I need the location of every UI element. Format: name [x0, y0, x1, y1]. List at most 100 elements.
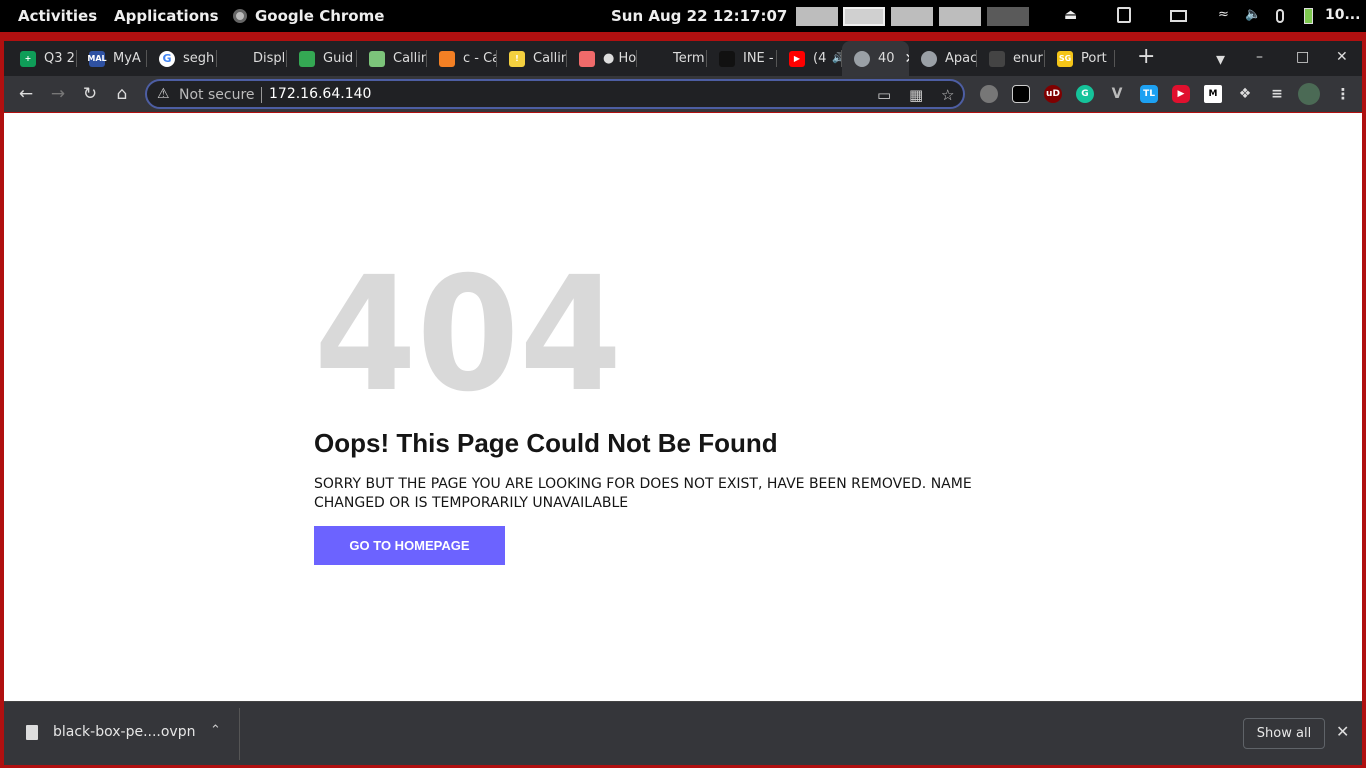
forward-icon[interactable]: →	[45, 81, 71, 107]
tab-favicon-icon	[369, 50, 385, 67]
browser-tab[interactable]: Term	[637, 41, 707, 76]
new-tab-icon[interactable]: +	[1137, 44, 1155, 69]
browser-tab[interactable]: MAL MyA	[77, 41, 147, 76]
workspace-4[interactable]	[939, 7, 981, 26]
browser-tab[interactable]: Apac	[909, 41, 977, 76]
download-item[interactable]: black-box-pe....ovpn ⌃	[4, 708, 240, 760]
tab-title[interactable]: Apac	[945, 51, 977, 66]
workspace-3[interactable]	[891, 7, 933, 26]
tab-title[interactable]: Displ	[253, 51, 285, 66]
tab-title[interactable]: enur	[1013, 51, 1043, 66]
error-message: SORRY BUT THE PAGE YOU ARE LOOKING FOR D…	[314, 476, 972, 511]
workspace-5[interactable]	[987, 7, 1029, 26]
battery-percent[interactable]: 10...	[1325, 7, 1360, 23]
browser-tab[interactable]: ▶ (4 🔊	[777, 41, 842, 76]
tab-title[interactable]: 40	[878, 51, 895, 66]
clock[interactable]: Sun Aug 22 12:17:07	[611, 7, 787, 25]
browser-tab[interactable]: ● Ho	[567, 41, 637, 76]
browser-toolbar: ← → ↻ ⌂ ⚠ Not secure 172.16.64.140 ▭ ▦ ☆…	[4, 76, 1362, 112]
workspace-2[interactable]	[843, 7, 885, 26]
tab-title[interactable]: MyA	[113, 51, 141, 66]
browser-tab[interactable]: 40✕	[842, 41, 909, 76]
browser-tab[interactable]: ! Callin	[497, 41, 567, 76]
page-title: Oops! This Page Could Not Be Found	[314, 428, 778, 458]
extension-shield-icon[interactable]	[980, 85, 998, 103]
browser-tab[interactable]: Guid	[287, 41, 357, 76]
downloads-shelf: black-box-pe....ovpn ⌃ Show all ✕	[4, 701, 1362, 765]
chevron-up-icon[interactable]: ⌃	[210, 723, 221, 738]
tab-title[interactable]: Callin	[533, 51, 567, 66]
activities-button[interactable]: Activities	[18, 7, 97, 25]
qr-code-icon[interactable]: ▦	[909, 86, 923, 104]
video-extension-icon[interactable]: ▶	[1172, 85, 1190, 103]
browser-tab[interactable]: Displ	[217, 41, 287, 76]
wifi-icon[interactable]: ≈	[1218, 7, 1229, 25]
back-icon[interactable]: ←	[13, 81, 39, 107]
tab-title[interactable]: Port	[1081, 51, 1107, 66]
browser-tab[interactable]: + Q3 2	[8, 41, 77, 76]
app-menu[interactable]: Google Chrome	[255, 7, 384, 25]
tab-favicon-icon	[719, 50, 735, 67]
eject-icon[interactable]: ⏏	[1064, 7, 1077, 25]
vimium-icon[interactable]: V	[1108, 85, 1126, 103]
bookmark-star-icon[interactable]: ☆	[941, 86, 954, 104]
ublock-icon[interactable]: uD	[1044, 85, 1062, 103]
url-text[interactable]: 172.16.64.140	[269, 86, 371, 102]
media-control-icon[interactable]: ≡	[1268, 85, 1286, 103]
error-code-graphic: 404	[314, 243, 622, 427]
grammarly-icon[interactable]: G	[1076, 85, 1094, 103]
download-file-name[interactable]: black-box-pe....ovpn	[53, 724, 195, 740]
tab-title[interactable]: Term	[673, 51, 705, 66]
workspace-1[interactable]	[796, 7, 838, 26]
tab-title[interactable]: Q3 2	[44, 51, 75, 66]
browser-tab[interactable]: INE -	[707, 41, 777, 76]
close-window-icon[interactable]: ✕	[1336, 49, 1348, 65]
extension-mask-icon[interactable]	[1012, 85, 1030, 103]
browser-tab[interactable]: SG Port	[1045, 41, 1115, 76]
tab-title[interactable]: Guid	[323, 51, 353, 66]
clipboard-icon[interactable]	[1117, 7, 1131, 23]
minimize-icon[interactable]: –	[1256, 49, 1263, 65]
chrome-menu-icon[interactable]: ⋮	[1334, 85, 1352, 103]
tab-search-icon[interactable]: ▾	[1216, 49, 1225, 70]
tab-favicon-icon: G	[159, 50, 175, 67]
close-icon[interactable]: ✕	[1336, 722, 1349, 741]
browser-tab[interactable]: c - Ca	[427, 41, 497, 76]
tab-title[interactable]: INE -	[743, 51, 774, 66]
not-secure-label[interactable]: Not secure	[179, 87, 255, 103]
volume-icon[interactable]: 🔈	[1245, 7, 1261, 25]
extensions-puzzle-icon[interactable]: ❖	[1236, 85, 1254, 103]
error-code-404: 404	[314, 243, 634, 427]
reload-icon[interactable]: ↻	[77, 81, 103, 107]
tab-title[interactable]: ● Ho	[603, 51, 636, 66]
tab-favicon-icon: !	[509, 50, 525, 67]
applications-menu[interactable]: Applications	[114, 7, 219, 25]
tab-strip: + Q3 2 MAL MyA Gsegh Displ Guid Callin c - Ca! Ca…	[4, 41, 1362, 76]
browser-tab[interactable]: Callin	[357, 41, 427, 76]
web-page: 404 Oops! This Page Could Not Be Found S…	[4, 113, 1362, 701]
maximize-icon[interactable]: □	[1296, 49, 1309, 65]
tab-separator	[1114, 50, 1115, 67]
window-layout-icon[interactable]	[1170, 10, 1187, 22]
home-icon[interactable]: ⌂	[109, 81, 135, 107]
address-bar[interactable]: ⚠ Not secure 172.16.64.140 ▭ ▦ ☆	[145, 79, 965, 109]
medium-icon[interactable]: M	[1204, 85, 1222, 103]
browser-tab[interactable]: Gsegh	[147, 41, 217, 76]
profile-avatar[interactable]	[1298, 83, 1320, 105]
browser-tab[interactable]: enur	[977, 41, 1045, 76]
tab-title[interactable]: segh	[183, 51, 214, 66]
show-all-button[interactable]: Show all	[1243, 718, 1325, 749]
tab-favicon-icon	[649, 50, 665, 67]
go-to-homepage-button[interactable]: GO TO HOMEPAGE	[314, 526, 505, 565]
tab-title[interactable]: (4	[813, 51, 826, 66]
warning-icon[interactable]: ⚠	[157, 86, 170, 102]
tab-title[interactable]: Callin	[393, 51, 427, 66]
cast-icon[interactable]: ▭	[877, 86, 891, 104]
tab-favicon-icon	[579, 50, 595, 67]
battery-icon[interactable]	[1304, 8, 1313, 24]
tab-favicon-icon: ▶	[789, 50, 805, 67]
tab-favicon-icon	[989, 50, 1005, 67]
microphone-icon[interactable]	[1276, 9, 1284, 23]
tab-title[interactable]: c - Ca	[463, 51, 497, 66]
tl-extension-icon[interactable]: TL	[1140, 85, 1158, 103]
